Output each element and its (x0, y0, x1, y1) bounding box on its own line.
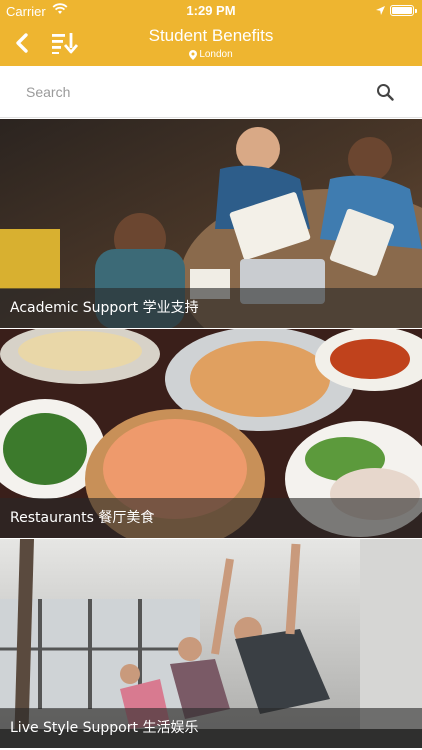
search-bar (0, 66, 422, 118)
battery-icon (390, 5, 417, 16)
category-card-restaurants[interactable]: Restaurants 餐厅美食 (0, 329, 422, 539)
clock: 1:29 PM (186, 3, 236, 18)
search-input[interactable] (12, 76, 362, 108)
status-bar: Carrier 1:29 PM (0, 0, 422, 22)
page-title: Student Benefits (148, 26, 274, 45)
location-arrow-icon (375, 4, 386, 19)
category-label: Academic Support 学业支持 (10, 300, 199, 316)
location-label: London (199, 49, 233, 60)
map-pin-icon (189, 49, 198, 60)
category-list: Academic Support 学业支持 Restaurants 餐厅美食 L… (0, 119, 422, 750)
nav-bar: Student Benefits London (0, 22, 422, 66)
category-card-live-style-support[interactable]: Live Style Support 生活娱乐 (0, 539, 422, 749)
search-icon[interactable] (376, 83, 394, 101)
category-label: Restaurants 餐厅美食 (10, 510, 155, 526)
header-bar: Carrier 1:29 PM Student Benefits London (0, 0, 422, 66)
category-card-academic-support[interactable]: Academic Support 学业支持 (0, 119, 422, 329)
location-subtitle: London (0, 49, 422, 60)
category-label: Live Style Support 生活娱乐 (10, 720, 199, 736)
